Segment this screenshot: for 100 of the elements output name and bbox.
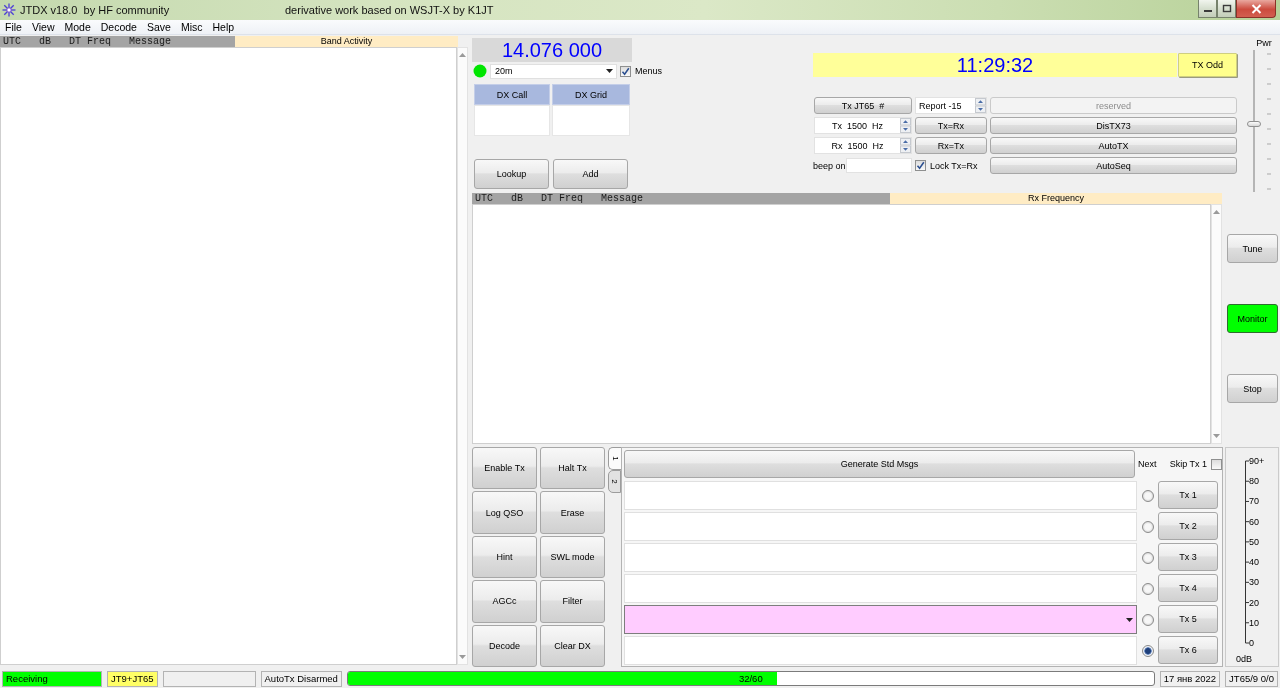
side-button[interactable]: Monitor (1227, 304, 1278, 333)
starburst-icon (2, 3, 16, 17)
menu-item[interactable]: Mode (59, 20, 96, 34)
message-field[interactable] (624, 481, 1137, 510)
clock-display: 11:29:32 (813, 53, 1177, 77)
progress-text: 32/60 (738, 672, 763, 685)
action-button[interactable]: AGCc (472, 580, 537, 623)
scrollbar[interactable] (1211, 204, 1222, 444)
action-button[interactable]: Filter (540, 580, 605, 623)
action-button[interactable]: Erase (540, 491, 605, 534)
menus-checkbox[interactable] (620, 65, 631, 77)
tx-button[interactable]: Tx 4 (1158, 574, 1218, 602)
message-combo-field[interactable] (624, 605, 1137, 634)
tick-label: 50 (1249, 536, 1260, 547)
tick-label: 30 (1249, 577, 1260, 588)
dropdown-arrow-icon[interactable] (1126, 617, 1133, 622)
lock-checkbox[interactable] (915, 160, 926, 171)
radio-button[interactable] (1141, 489, 1154, 502)
dx-button[interactable]: Lookup (474, 159, 549, 189)
close-icon (1250, 3, 1262, 14)
radio-button[interactable] (1141, 520, 1154, 533)
action-button[interactable]: Log QSO (472, 491, 537, 534)
scroll-down-icon (1213, 434, 1220, 438)
band-dropdown[interactable]: 20m (490, 63, 617, 79)
copy-button[interactable]: Rx=Tx (915, 137, 987, 154)
tick-label: 10 (1249, 617, 1260, 628)
copy-button[interactable]: Tx=Rx (915, 117, 987, 134)
message-field[interactable] (624, 574, 1137, 603)
tx-button[interactable]: Tx 5 (1158, 605, 1218, 633)
tick-label: 60 (1249, 516, 1260, 527)
status-text: AutoTx Disarmed (260, 670, 342, 687)
radio-button[interactable] (1141, 644, 1154, 657)
menu-item[interactable]: Save (141, 20, 176, 34)
beep-input-field[interactable] (846, 158, 912, 173)
column-headers: UTC dB DT Freq Message (472, 193, 890, 204)
status-text: 17 янв 2022 (1159, 670, 1221, 687)
action-button[interactable]: SWL mode (540, 535, 605, 579)
unit-label: 0dB (1236, 654, 1253, 664)
panel-title: Band Activity (235, 36, 458, 47)
generate-button[interactable]: Generate Std Msgs (624, 450, 1135, 478)
tx-button[interactable]: Tx 1 (1158, 481, 1218, 509)
skip-checkbox[interactable] (1211, 458, 1222, 470)
spin-arrows-icon[interactable] (975, 98, 986, 113)
tx-frequency-spinbox[interactable]: Tx 1500 Hz (814, 117, 912, 134)
tick-marks-icon (1265, 50, 1272, 192)
tab[interactable]: 1 (608, 447, 621, 470)
message-field[interactable] (624, 543, 1137, 572)
tx-period-button[interactable]: TX Odd (1178, 53, 1237, 77)
menu-item[interactable]: File (0, 20, 27, 34)
close-button[interactable] (1236, 0, 1276, 18)
menu-item[interactable]: Help (207, 20, 240, 34)
tx-button[interactable]: Tx 3 (1158, 543, 1218, 571)
tick-label: 80 (1249, 476, 1260, 487)
message-field[interactable] (624, 512, 1137, 541)
scroll-down-icon (459, 655, 466, 659)
message-field[interactable] (624, 636, 1137, 665)
spin-arrows-icon[interactable] (900, 138, 911, 153)
option-button[interactable]: AutoSeq (990, 157, 1237, 174)
dx-input-field[interactable] (552, 105, 630, 136)
action-button[interactable]: Enable Tx (472, 447, 537, 490)
tab[interactable]: 2 (608, 470, 621, 493)
action-button[interactable]: Decode (472, 624, 537, 667)
checkbox-label: Lock Tx=Rx (930, 160, 978, 171)
scroll-up-icon (1213, 210, 1220, 214)
menu-item[interactable]: View (26, 20, 60, 34)
tx-mode-button[interactable]: Tx JT65 # (814, 97, 912, 114)
dropdown-arrow-icon[interactable] (606, 69, 613, 73)
tick-label: 20 (1249, 597, 1260, 608)
tx-button[interactable]: Tx 6 (1158, 636, 1218, 664)
minimize-button[interactable] (1198, 0, 1217, 18)
rx-frequency-spinbox[interactable]: Rx 1500 Hz (814, 137, 912, 154)
tx-button[interactable]: Tx 2 (1158, 512, 1218, 540)
dx-input-field[interactable] (474, 105, 550, 136)
menu-item[interactable]: Decode (95, 20, 142, 34)
status-text: JT9+JT65 (107, 670, 158, 687)
slider-handle[interactable] (1246, 120, 1261, 127)
spin-arrows-icon[interactable] (900, 118, 911, 133)
option-button[interactable]: AutoTX (990, 137, 1237, 154)
action-button[interactable]: Halt Tx (540, 447, 605, 490)
report-spinbox[interactable]: Report -15 (915, 97, 987, 114)
side-button[interactable]: Tune (1227, 234, 1278, 263)
side-button[interactable]: Stop (1227, 374, 1278, 403)
status-dot-icon (473, 64, 487, 78)
tick-label: 0 (1249, 637, 1255, 648)
scrollbar[interactable] (457, 47, 468, 665)
option-button[interactable]: DisTX73 (990, 117, 1237, 134)
radio-button[interactable] (1141, 582, 1154, 595)
action-button[interactable]: Clear DX (540, 624, 605, 667)
column-headers: UTC dB DT Freq Message (0, 36, 235, 47)
checkbox-label: Skip Tx 1 (1169, 459, 1207, 469)
radio-button[interactable] (1141, 613, 1154, 626)
action-button[interactable]: Hint (472, 535, 537, 579)
status-text: Receiving (2, 670, 102, 687)
checkbox-label: Menus (635, 66, 662, 76)
radio-button[interactable] (1141, 551, 1154, 564)
dx-button[interactable]: Add (553, 159, 628, 189)
column-label: Next (1138, 459, 1157, 469)
maximize-button[interactable] (1217, 0, 1236, 18)
menu-item[interactable]: Misc (175, 20, 208, 34)
maximize-icon (1221, 4, 1232, 13)
